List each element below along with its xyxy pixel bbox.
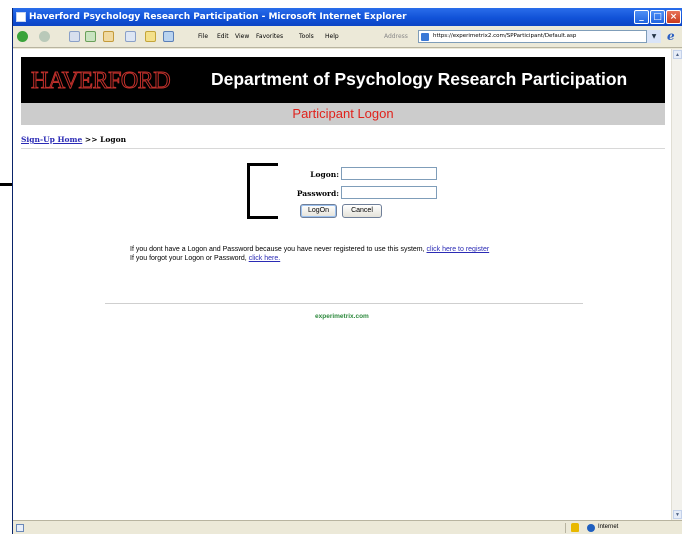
footer-link[interactable]: experimetrix.com xyxy=(315,313,369,320)
scroll-down-icon[interactable]: ▼ xyxy=(673,510,682,519)
close-button[interactable]: × xyxy=(666,10,681,24)
breadcrumb: Sign-Up Home >> Logon xyxy=(21,135,126,144)
scroll-up-icon[interactable]: ▲ xyxy=(673,50,682,59)
refresh-icon[interactable] xyxy=(85,31,96,42)
password-label: Password: xyxy=(296,189,339,198)
logon-button[interactable]: LogOn xyxy=(300,204,337,218)
menu-help[interactable]: Help xyxy=(325,33,339,40)
vertical-scrollbar[interactable]: ▲ ▼ xyxy=(671,49,682,520)
address-label: Address xyxy=(384,33,408,40)
breadcrumb-current: Logon xyxy=(100,135,127,144)
register-text: If you dont have a Logon and Password be… xyxy=(130,246,425,253)
windows-logo-icon: e xyxy=(667,29,675,43)
window-title: Haverford Psychology Research Participat… xyxy=(29,12,407,22)
forgot-line: If you forgot your Logon or Password, cl… xyxy=(130,255,560,264)
forward-icon[interactable] xyxy=(39,31,50,42)
menu-view[interactable]: View xyxy=(235,33,249,40)
title-bar: Haverford Psychology Research Participat… xyxy=(13,8,682,26)
favorites-icon[interactable] xyxy=(145,31,156,42)
address-bar[interactable]: https://experimetrix2.com/SPParticipant/… xyxy=(418,30,661,43)
status-separator xyxy=(565,523,566,533)
page-title: Department of Psychology Research Partic… xyxy=(211,69,628,89)
stop-icon[interactable] xyxy=(69,31,80,42)
logon-input[interactable] xyxy=(341,167,437,180)
menu-favorites[interactable]: Favorites xyxy=(256,33,283,40)
footer-divider xyxy=(105,303,583,304)
window-controls: _ □ × xyxy=(634,10,681,24)
status-bar: Internet xyxy=(13,520,682,534)
menu-tools[interactable]: Tools xyxy=(299,33,314,40)
address-url: https://experimetrix2.com/SPParticipant/… xyxy=(433,33,577,39)
subtitle-bar: Participant Logon xyxy=(21,103,665,125)
browser-window: Haverford Psychology Research Participat… xyxy=(12,8,682,534)
annotation-bracket-bottom xyxy=(248,216,278,219)
help-message: If you dont have a Logon and Password be… xyxy=(130,246,560,263)
menu-edit[interactable]: Edit xyxy=(217,33,229,40)
annotation-bracket-spine xyxy=(247,163,250,219)
minimize-button[interactable]: _ xyxy=(634,10,649,24)
breadcrumb-separator: >> xyxy=(84,135,98,144)
history-icon[interactable] xyxy=(163,31,174,42)
page-viewport: HAVERFORD Department of Psychology Resea… xyxy=(13,49,671,520)
cancel-button[interactable]: Cancel xyxy=(342,204,382,218)
menu-file[interactable]: File xyxy=(198,33,208,40)
forgot-link[interactable]: click here. xyxy=(249,255,281,262)
globe-icon xyxy=(587,524,595,532)
page-status-icon xyxy=(16,524,24,532)
home-icon[interactable] xyxy=(103,31,114,42)
register-line: If you dont have a Logon and Password be… xyxy=(130,246,560,255)
security-zone: Internet xyxy=(598,524,619,530)
haverford-logo: HAVERFORD xyxy=(30,68,171,95)
address-dropdown-icon[interactable]: ▼ xyxy=(646,30,661,43)
search-icon[interactable] xyxy=(125,31,136,42)
lock-icon xyxy=(571,523,579,532)
back-icon[interactable] xyxy=(17,31,28,42)
browser-toolbar: File Edit View Favorites Tools Help Addr… xyxy=(13,26,682,48)
register-link[interactable]: click here to register xyxy=(427,246,490,253)
breadcrumb-divider xyxy=(21,148,665,149)
annotation-bracket-top xyxy=(248,163,278,166)
password-input[interactable] xyxy=(341,186,437,199)
logon-label: Logon: xyxy=(310,170,339,179)
ie-window-icon xyxy=(16,12,26,22)
page-icon xyxy=(421,33,429,41)
forgot-text: If you forgot your Logon or Password, xyxy=(130,254,247,262)
maximize-button[interactable]: □ xyxy=(650,10,665,24)
page-subtitle: Participant Logon xyxy=(292,106,394,121)
header-banner: HAVERFORD Department of Psychology Resea… xyxy=(21,57,665,103)
breadcrumb-home-link[interactable]: Sign-Up Home xyxy=(21,135,82,144)
